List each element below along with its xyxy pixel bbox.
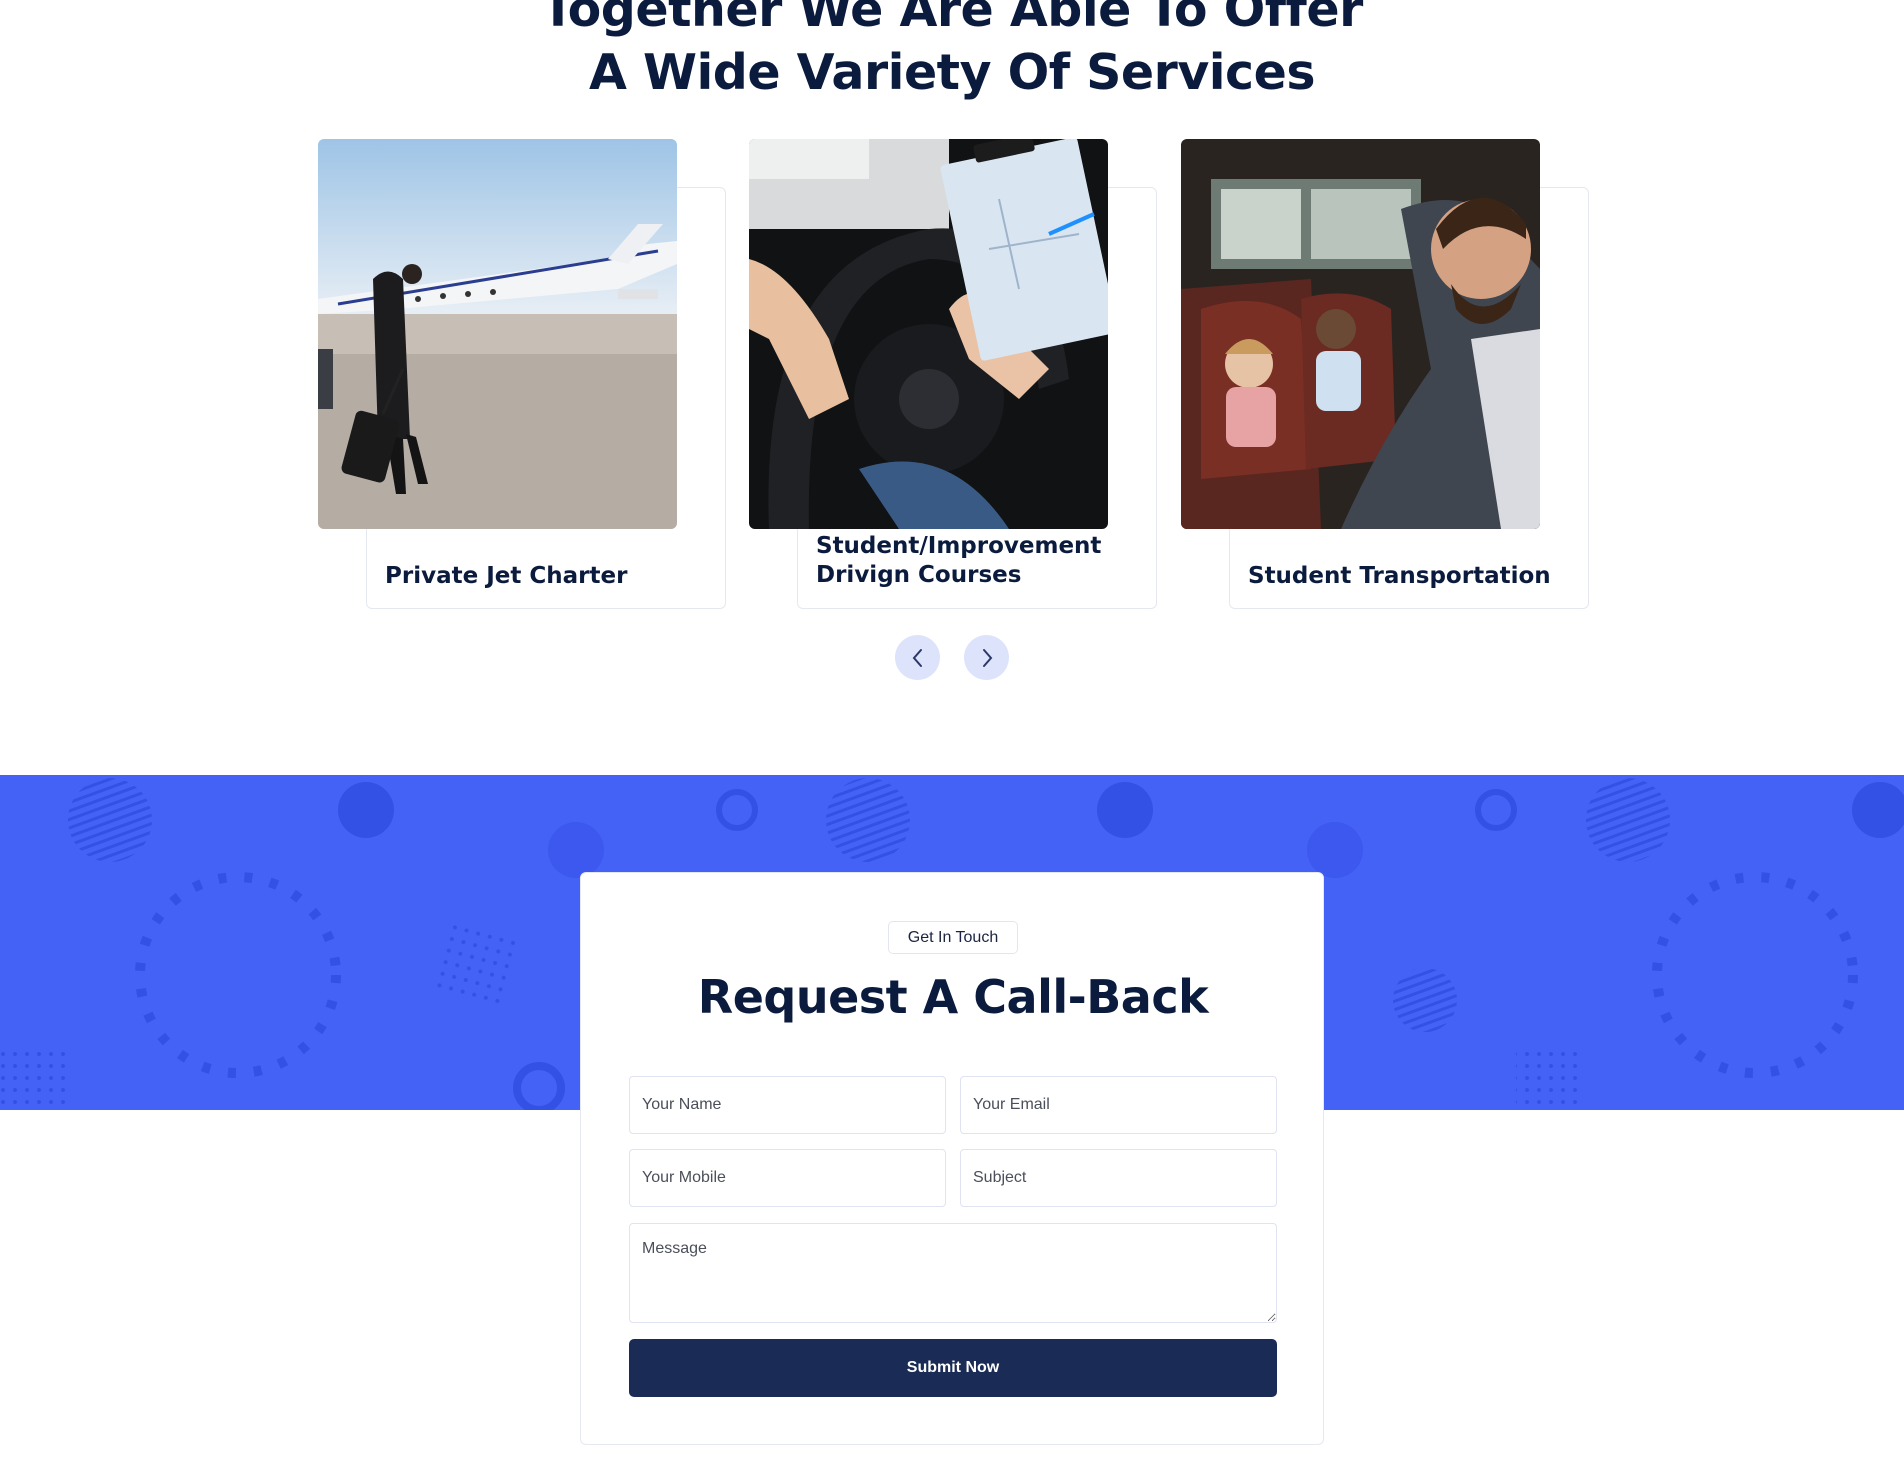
- get-in-touch-badge: Get In Touch: [888, 921, 1018, 954]
- service-card-student-transport[interactable]: Student Transportation: [1181, 139, 1589, 609]
- student-transport-image: [1181, 139, 1540, 529]
- service-card-title[interactable]: Student/Improvement Drivign Courses: [816, 532, 1136, 590]
- chevron-right-icon: [982, 648, 992, 667]
- service-card-title-line1: Student/Improvement: [816, 533, 1102, 559]
- services-heading-line1: Together We Are Able To Offer: [541, 0, 1363, 38]
- service-card-title[interactable]: Private Jet Charter: [385, 562, 705, 591]
- name-field[interactable]: [629, 1076, 946, 1134]
- subject-field[interactable]: [960, 1149, 1277, 1207]
- driving-course-image: [749, 139, 1108, 529]
- service-card-title-line2: Drivign Courses: [816, 562, 1022, 588]
- services-heading: Together We Are Able To Offer A Wide Var…: [0, 0, 1904, 104]
- service-card-driving-courses[interactable]: Student/Improvement Drivign Courses: [749, 139, 1157, 609]
- submit-button[interactable]: Submit Now: [629, 1339, 1277, 1397]
- callback-form-title: Request A Call-Back: [697, 970, 1209, 1024]
- email-field[interactable]: [960, 1076, 1277, 1134]
- slider-next-button[interactable]: [964, 635, 1009, 680]
- callback-form-card: Get In Touch Request A Call-Back Submit …: [580, 872, 1324, 1445]
- mobile-field[interactable]: [629, 1149, 946, 1207]
- service-card-title[interactable]: Student Transportation: [1248, 562, 1568, 591]
- chevron-left-icon: [912, 648, 922, 667]
- service-card-private-jet[interactable]: Private Jet Charter: [318, 139, 726, 609]
- slider-prev-button[interactable]: [895, 635, 940, 680]
- private-jet-image: [318, 139, 677, 529]
- services-heading-line2: A Wide Variety Of Services: [588, 44, 1316, 101]
- message-field[interactable]: [629, 1223, 1277, 1323]
